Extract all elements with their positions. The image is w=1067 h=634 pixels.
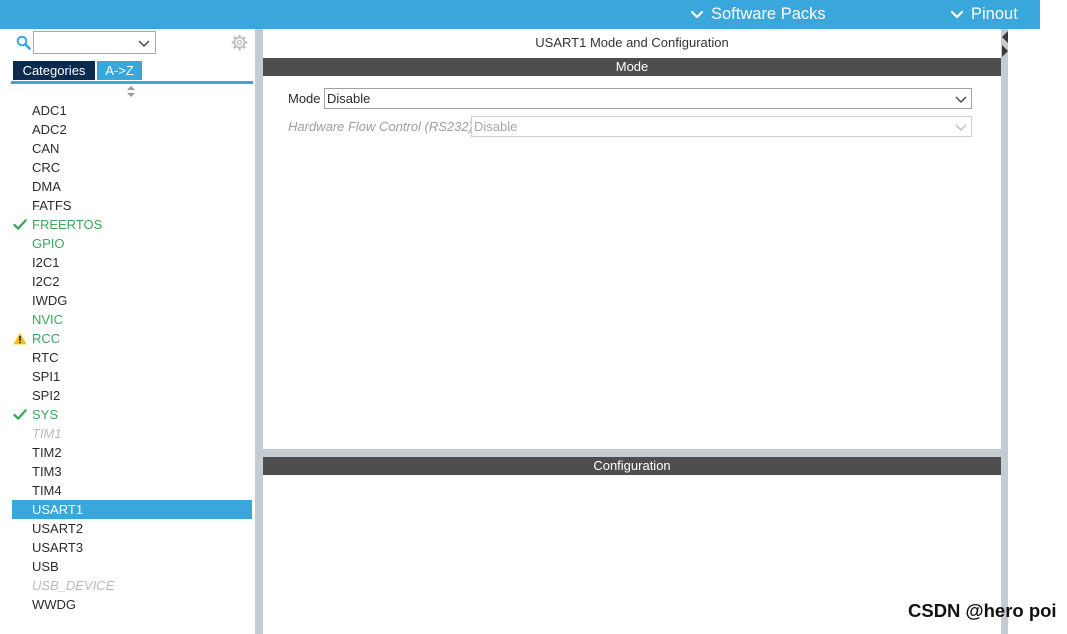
software-packs-label: Software Packs xyxy=(711,5,826,23)
check-icon xyxy=(13,408,27,421)
list-item-wwdg[interactable]: WWDG xyxy=(12,595,252,614)
list-item-tim2[interactable]: TIM2 xyxy=(12,443,252,462)
list-item-usart2[interactable]: USART2 xyxy=(12,519,252,538)
list-item-label: I2C2 xyxy=(32,274,60,289)
warning-icon xyxy=(13,332,27,345)
peripheral-list: ADC1 ADC2 CAN CRC DMA FATFS FREERTOS GPIO I2C1 I2… xyxy=(12,101,252,614)
list-item-label: SPI2 xyxy=(32,388,61,403)
peripheral-sidebar: Categories A->Z ADC1 ADC2 CAN CRC DMA FATFS FR… xyxy=(0,29,255,634)
list-item-label: SPI1 xyxy=(32,369,61,384)
list-item-tim4[interactable]: TIM4 xyxy=(12,481,252,500)
list-item-usart3[interactable]: USART3 xyxy=(12,538,252,557)
list-item-label: FATFS xyxy=(32,198,72,213)
list-item-usart1[interactable]: USART1 xyxy=(12,500,252,519)
check-icon xyxy=(13,218,27,231)
list-item-rcc[interactable]: RCC xyxy=(12,329,252,348)
list-item-label: FREERTOS xyxy=(32,217,103,232)
list-item-usb-device[interactable]: USB_DEVICE xyxy=(12,576,252,595)
list-item-label: RCC xyxy=(32,331,61,346)
mode-panel: USART1 Mode and Configuration Mode Mode … xyxy=(263,29,1001,449)
list-item-label: RTC xyxy=(32,350,59,365)
chevron-down-icon[interactable] xyxy=(138,37,150,49)
list-item-label: CRC xyxy=(32,160,61,175)
list-item-label: NVIC xyxy=(32,312,64,327)
list-item-nvic[interactable]: NVIC xyxy=(12,310,252,329)
hardware-flow-control-label: Hardware Flow Control (RS232) xyxy=(288,119,473,134)
collapse-left-icon[interactable] xyxy=(1002,31,1008,43)
configuration-panel: Configuration xyxy=(263,457,1001,634)
watermark: CSDN @hero poi xyxy=(908,600,1057,621)
mode-section-header: Mode xyxy=(263,58,1001,76)
configuration-section-header: Configuration xyxy=(263,457,1001,475)
list-item-label: USART3 xyxy=(32,540,84,555)
list-item-label: TIM4 xyxy=(32,483,62,498)
list-item-usb[interactable]: USB xyxy=(12,557,252,576)
list-item-i2c1[interactable]: I2C1 xyxy=(12,253,252,272)
chevron-down-icon xyxy=(955,96,967,103)
list-item-label: USB_DEVICE xyxy=(32,578,115,593)
list-item-label: IWDG xyxy=(32,293,68,308)
top-navigation-bar: Software Packs Pinout xyxy=(0,0,1040,29)
mode-select[interactable]: Disable xyxy=(324,88,972,109)
list-item-iwdg[interactable]: IWDG xyxy=(12,291,252,310)
list-item-i2c2[interactable]: I2C2 xyxy=(12,272,252,291)
list-item-spi2[interactable]: SPI2 xyxy=(12,386,252,405)
list-item-label: DMA xyxy=(32,179,61,194)
list-item-label: USB xyxy=(32,559,59,574)
hardware-flow-control-select: Disable xyxy=(471,116,972,137)
list-item-gpio[interactable]: GPIO xyxy=(12,234,252,253)
pinout-menu[interactable]: Pinout xyxy=(950,0,1018,29)
software-packs-menu[interactable]: Software Packs xyxy=(690,0,826,29)
list-item-adc1[interactable]: ADC1 xyxy=(12,101,252,120)
list-item-fatfs[interactable]: FATFS xyxy=(12,196,252,215)
mode-label: Mode xyxy=(288,91,321,106)
list-item-label: TIM1 xyxy=(32,426,62,441)
pinout-label: Pinout xyxy=(971,5,1018,23)
hardware-flow-control-value: Disable xyxy=(474,119,518,134)
tab-categories[interactable]: Categories xyxy=(13,61,95,80)
expand-right-icon[interactable] xyxy=(1002,45,1008,57)
list-item-tim1[interactable]: TIM1 xyxy=(12,424,252,443)
search-icon xyxy=(16,35,31,50)
list-item-label: TIM2 xyxy=(32,445,62,460)
list-item-freertos[interactable]: FREERTOS xyxy=(12,215,252,234)
mode-select-value: Disable xyxy=(327,91,371,106)
list-item-label: SYS xyxy=(32,407,59,422)
sort-icon[interactable] xyxy=(127,86,135,97)
chevron-down-icon xyxy=(690,10,704,18)
panel-title: USART1 Mode and Configuration xyxy=(535,35,729,50)
list-item-sys[interactable]: SYS xyxy=(12,405,252,424)
list-item-dma[interactable]: DMA xyxy=(12,177,252,196)
list-item-can[interactable]: CAN xyxy=(12,139,252,158)
list-item-label: I2C1 xyxy=(32,255,60,270)
list-item-label: ADC1 xyxy=(32,103,67,118)
search-combobox[interactable] xyxy=(33,31,156,54)
search-input[interactable] xyxy=(34,32,134,53)
list-item-adc2[interactable]: ADC2 xyxy=(12,120,252,139)
list-item-label: ADC2 xyxy=(32,122,67,137)
list-item-tim3[interactable]: TIM3 xyxy=(12,462,252,481)
list-item-label: GPIO xyxy=(32,236,65,251)
list-item-spi1[interactable]: SPI1 xyxy=(12,367,252,386)
chevron-down-icon xyxy=(950,10,964,18)
tab-a-to-z[interactable]: A->Z xyxy=(97,61,142,80)
gear-icon[interactable] xyxy=(231,34,248,51)
list-item-rtc[interactable]: RTC xyxy=(12,348,252,367)
list-item-label: WWDG xyxy=(32,597,77,612)
list-item-label: TIM3 xyxy=(32,464,62,479)
tab-underline xyxy=(11,81,253,84)
list-item-crc[interactable]: CRC xyxy=(12,158,252,177)
list-item-label: USART1 xyxy=(32,502,84,517)
list-item-label: CAN xyxy=(32,141,60,156)
chevron-down-icon xyxy=(955,124,967,131)
list-item-label: USART2 xyxy=(32,521,84,536)
